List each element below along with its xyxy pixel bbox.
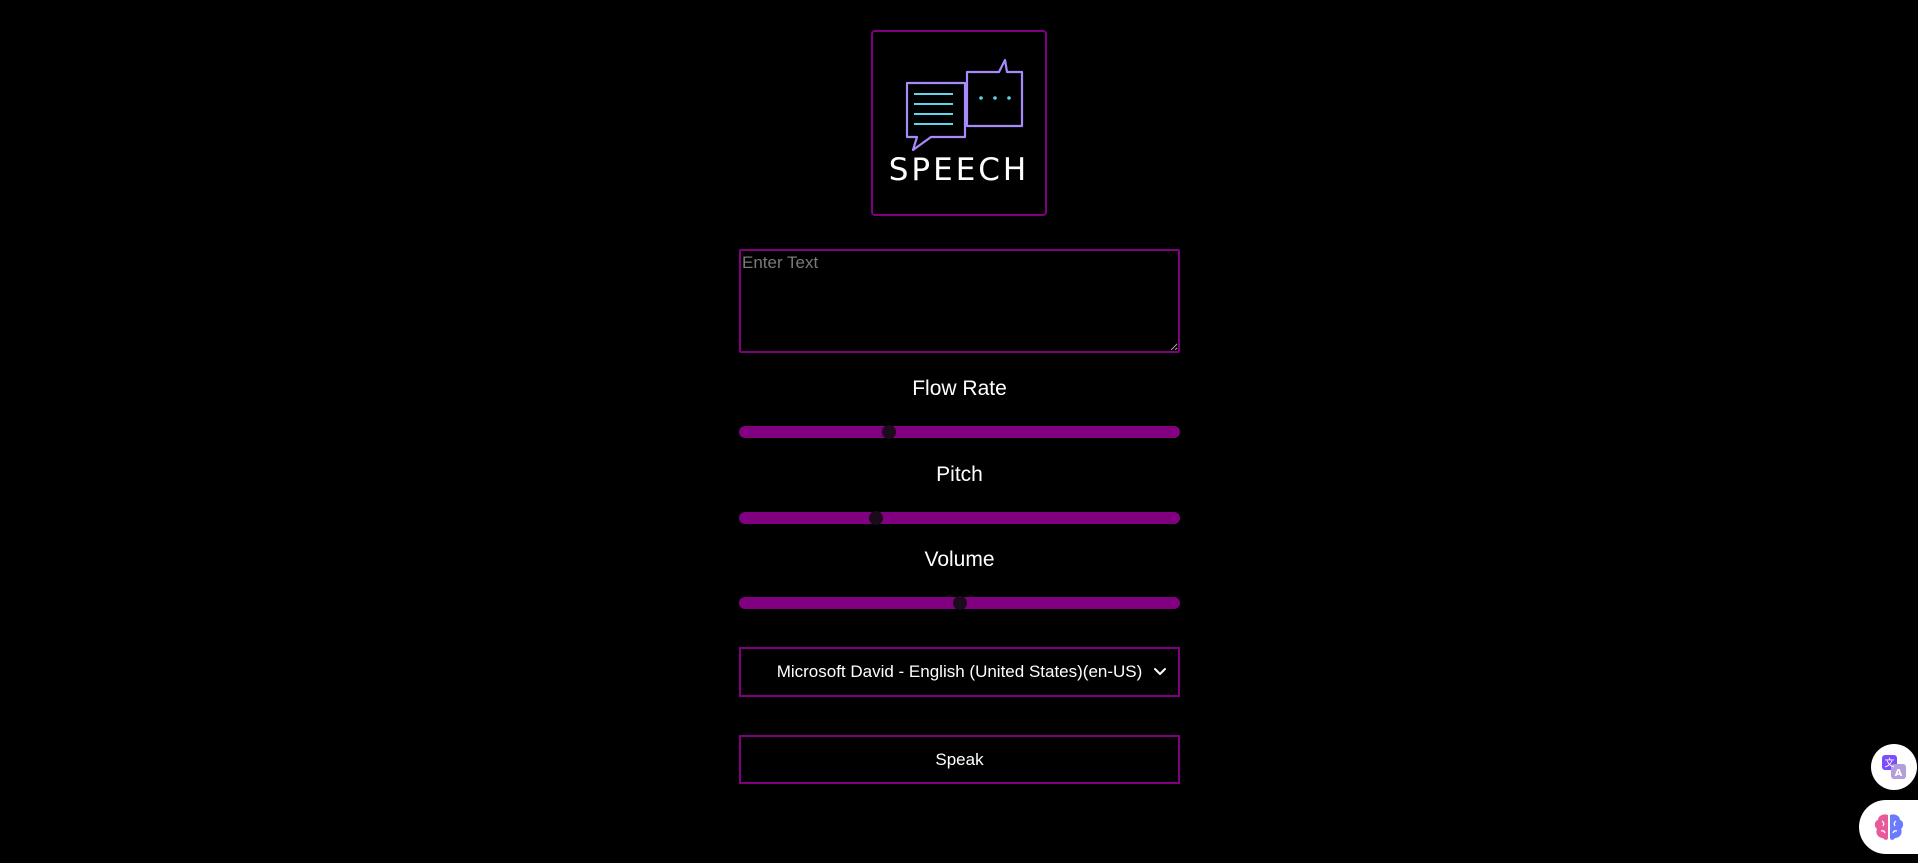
text-input[interactable] [739,249,1180,353]
logo: SPEECH [871,30,1047,216]
translate-icon: 文 A [1882,755,1906,779]
page: SPEECH Flow Rate Pitch Volume Microsoft … [0,0,1918,863]
logo-text: SPEECH [888,152,1030,188]
voice-select-value: Microsoft David - English (United States… [776,662,1143,681]
svg-text:A: A [1895,768,1903,779]
flow-rate-label: Flow Rate [912,377,1007,400]
volume-slider-thumb[interactable] [952,596,967,610]
flow-rate-slider[interactable] [739,425,1180,439]
volume-slider[interactable] [739,596,1180,610]
translate-button[interactable]: 文 A [1871,744,1917,790]
pitch-slider[interactable] [739,511,1180,525]
pitch-label: Pitch [936,463,983,486]
speech-bubbles-icon [905,58,1024,152]
pitch-slider-thumb[interactable] [868,511,883,525]
flow-rate-slider-thumb[interactable] [881,425,896,439]
volume-label: Volume [924,548,995,571]
svg-text:文: 文 [1885,757,1895,770]
assistant-button[interactable] [1859,800,1918,854]
voice-select[interactable]: Microsoft David - English (United States… [739,647,1180,697]
chevron-down-icon [1154,668,1166,675]
speak-button[interactable]: Speak [739,735,1180,784]
brain-icon [1874,814,1903,840]
